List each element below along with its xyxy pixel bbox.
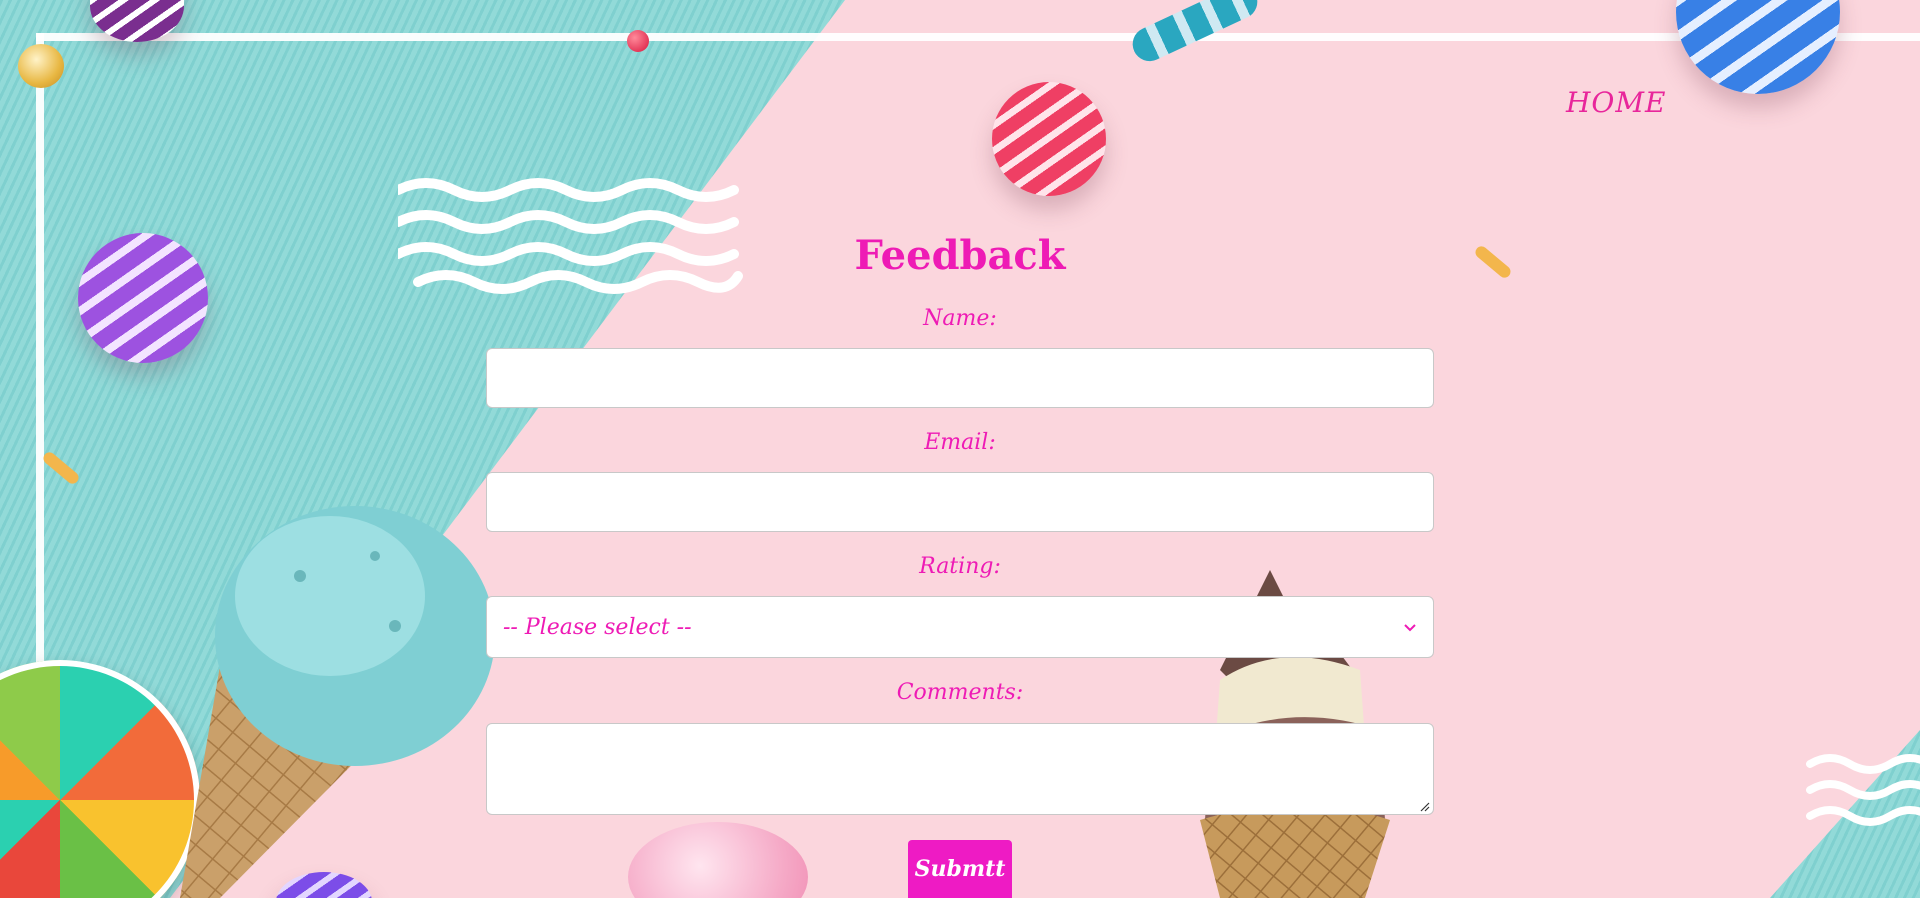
pink-candy-icon — [628, 822, 808, 898]
rating-label: Rating: — [919, 554, 1001, 579]
comments-label: Comments: — [896, 680, 1024, 705]
red-striped-candy-ball-icon — [992, 82, 1106, 196]
page-title: Feedback — [854, 232, 1066, 279]
rating-selected-value: -- Please select -- — [503, 614, 692, 640]
red-candy-dot-icon — [627, 30, 649, 52]
nav-home-link[interactable]: HOME — [1566, 86, 1666, 119]
name-label: Name: — [923, 306, 997, 331]
white-frame-top — [36, 33, 1920, 41]
chevron-down-icon — [1403, 618, 1417, 637]
comments-field[interactable] — [486, 723, 1434, 815]
submit-button[interactable]: Submtt — [908, 840, 1012, 898]
gold-candy-icon — [18, 44, 64, 88]
email-label: Email: — [924, 430, 996, 455]
name-field[interactable] — [486, 348, 1434, 408]
blue-striped-candy-ball-icon — [1676, 0, 1840, 94]
resize-handle-icon[interactable] — [1420, 802, 1430, 812]
email-field[interactable] — [486, 472, 1434, 532]
white-waves-decoration-right — [1806, 754, 1920, 826]
rating-select[interactable]: -- Please select -- — [486, 596, 1434, 658]
